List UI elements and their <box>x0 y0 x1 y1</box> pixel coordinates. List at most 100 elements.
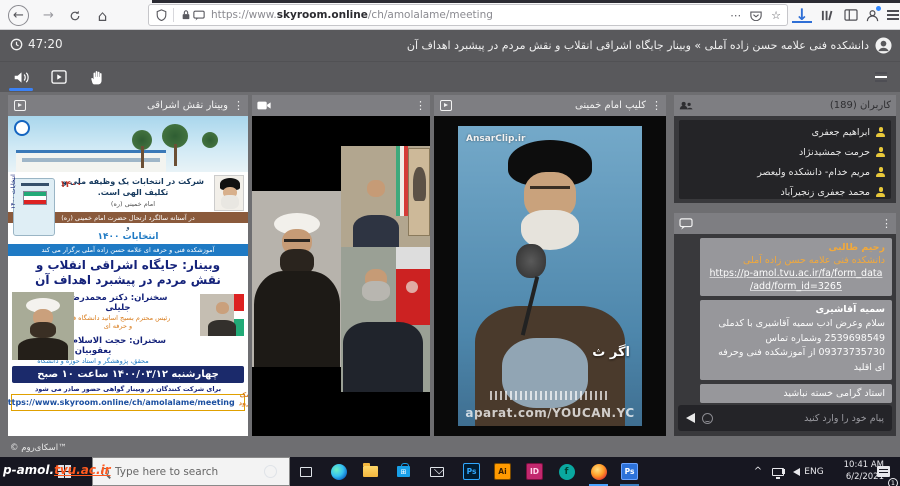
toolbar-menu-button[interactable] <box>870 67 892 87</box>
webcams-panel: ⋮ <box>252 95 430 436</box>
url-text[interactable]: https://www.skyroom.online/ch/amolalame/… <box>211 9 730 21</box>
notification-badge: 1 <box>888 478 898 486</box>
hamburger-menu-icon[interactable] <box>883 5 900 25</box>
account-icon[interactable] <box>862 5 882 25</box>
skyroom-watermark: ™اسکای‌روم © <box>10 443 67 453</box>
poster-panel-menu-icon[interactable]: ⋮ <box>233 100 243 111</box>
cortana-icon[interactable] <box>262 463 279 480</box>
chat-bubble-icon <box>679 218 693 230</box>
timer-value: 47:20 <box>28 37 63 51</box>
search-input[interactable] <box>115 466 281 478</box>
speaker1-role: رئیس محترم بسیج اساتید دانشگاه فنی و حرف… <box>64 314 172 330</box>
webcam-feed-black <box>252 367 341 436</box>
webinar-title: وبینار: جایگاه اشراقی انقلاب و نقش مردم … <box>8 256 248 290</box>
firefox-icon[interactable] <box>590 463 607 480</box>
campus-photo <box>8 116 248 172</box>
chat-panel-header: ⋮ <box>674 213 896 234</box>
active-tab-underline <box>9 88 33 91</box>
edge-icon[interactable] <box>330 463 347 480</box>
photoshop-window-icon[interactable]: Ps <box>621 463 638 480</box>
user-list-item[interactable]: حرمت جمشیدنژاد <box>685 142 885 162</box>
user-list-item[interactable]: محمد جعفری زنجیرآباد <box>685 182 885 199</box>
send-icon[interactable] <box>686 413 695 423</box>
chat-link[interactable]: /add/form_id=3265 <box>707 281 885 292</box>
chat-link[interactable]: https://p-amol.tvu.ac.ir/fa/form_data <box>707 268 885 279</box>
indesign-icon[interactable]: ID <box>526 463 543 480</box>
task-view-icon[interactable] <box>297 463 314 480</box>
meeting-stage: وبینار نقش اشراقی ⋮ شرکت در انتخابات یک … <box>0 92 900 457</box>
popout-icon[interactable] <box>439 100 453 112</box>
forward-button[interactable]: → <box>38 5 59 26</box>
url-bar[interactable]: https://www.skyroom.online/ch/amolalame/… <box>148 4 788 26</box>
shield-icon[interactable] <box>155 9 168 22</box>
user-list-item[interactable]: ابراهیم جعفری <box>685 122 885 142</box>
illustrator-icon[interactable]: Ai <box>494 463 511 480</box>
chat-input-bar <box>678 405 892 431</box>
urlbar-divider <box>173 8 174 22</box>
chat-input[interactable] <box>720 413 884 424</box>
chat-panel-menu-icon[interactable]: ⋮ <box>881 218 891 229</box>
meeting-title: دانشکده فنی علامه حسن زاده آملی » وبینار… <box>407 37 892 54</box>
poster-panel: وبینار نقش اشراقی ⋮ شرکت در انتخابات یک … <box>8 95 248 436</box>
quote-attribution: امام خمینی (ره) <box>58 200 208 208</box>
photoshop-icon[interactable]: Ps <box>463 463 480 480</box>
file-explorer-icon[interactable] <box>362 463 379 480</box>
users-list: ابراهیم جعفری حرمت جمشیدنژاد مریم خدام- … <box>679 120 891 199</box>
users-panel-header: کاربران (189) <box>674 95 896 116</box>
language-indicator[interactable]: ENG <box>802 457 826 486</box>
person-icon <box>876 147 885 157</box>
audio-waveform <box>490 391 610 400</box>
clip-panel-title: کلیپ امام خمینی <box>458 100 646 111</box>
windows-taskbar: p-amol.tvu.ac.ir ⊞ Ps Ai ID f Ps ^ ENG 1… <box>0 457 900 486</box>
microsoft-store-icon[interactable]: ⊞ <box>395 463 412 480</box>
users-icon <box>679 100 693 112</box>
speaker1-photo <box>200 294 244 336</box>
lock-icon[interactable] <box>179 9 192 22</box>
chat-text: دانشکده فنی علامه حسن زاده آملی <box>707 255 885 266</box>
organizer-line: آموزشکده فنی و حرفه ای علامه حسن زاده آم… <box>8 244 248 256</box>
sidebar-icon[interactable] <box>841 5 861 25</box>
webinar-poster: شرکت در انتخابات یک وظیفه ملی و تکلیف ال… <box>8 116 248 436</box>
popout-icon[interactable] <box>13 100 27 112</box>
user-list-item[interactable]: مریم خدام- دانشکده ولیعصر <box>685 162 885 182</box>
webcam-feed-black <box>341 392 430 436</box>
meeting-toolbar <box>0 61 900 92</box>
tray-chevron-icon[interactable]: ^ <box>750 457 766 486</box>
mail-icon[interactable] <box>428 463 445 480</box>
chat-sender: سمیه آقاشیری <box>707 304 885 315</box>
taskbar-search[interactable] <box>92 457 290 486</box>
speaker2-photo <box>12 292 74 360</box>
back-button[interactable]: ← <box>8 5 29 26</box>
raise-hand-button[interactable] <box>86 67 108 87</box>
person-icon <box>876 127 885 137</box>
speaker-toggle-button[interactable] <box>10 67 32 87</box>
pocket-icon[interactable] <box>750 10 762 21</box>
avatar-icon <box>875 37 892 54</box>
emoji-icon[interactable] <box>702 413 713 424</box>
video-subtitle: اگر ث <box>592 345 630 360</box>
downloads-icon[interactable]: ↓ <box>792 7 812 23</box>
desktop-watermark: p-amol.tvu.ac.ir <box>3 463 111 477</box>
reload-button[interactable] <box>64 5 85 26</box>
permissions-icon[interactable] <box>192 9 205 22</box>
notifications-icon[interactable]: 1 <box>872 457 894 486</box>
meeting-header: 47:20 دانشکده فنی علامه حسن زاده آملی » … <box>0 30 900 61</box>
account-sync-badge <box>876 6 881 11</box>
link-label: لینک ورود : <box>239 391 248 415</box>
library-icon[interactable] <box>817 5 837 25</box>
bookmark-star-icon[interactable]: ☆ <box>771 9 781 22</box>
camera-icon[interactable] <box>257 100 271 112</box>
person-icon <box>876 167 885 177</box>
page-actions-icon[interactable]: ⋯ <box>730 9 741 22</box>
ballot-box-graphic: انتخابات ۱۴۰۰ <box>13 178 55 236</box>
tab-strip <box>152 0 900 3</box>
clip-panel-menu-icon[interactable]: ⋮ <box>651 100 661 111</box>
home-button[interactable]: ⌂ <box>92 5 113 26</box>
webcams-panel-menu-icon[interactable]: ⋮ <box>415 100 425 111</box>
certificate-note: برای شرکت کنندگان در وبینار گواهی حضور ص… <box>8 383 248 394</box>
media-share-button[interactable] <box>48 67 70 87</box>
webcam-grid <box>252 116 430 436</box>
fresco-icon[interactable]: f <box>558 463 575 480</box>
reload-icon <box>69 10 81 22</box>
webcam-feed-black <box>341 116 430 146</box>
